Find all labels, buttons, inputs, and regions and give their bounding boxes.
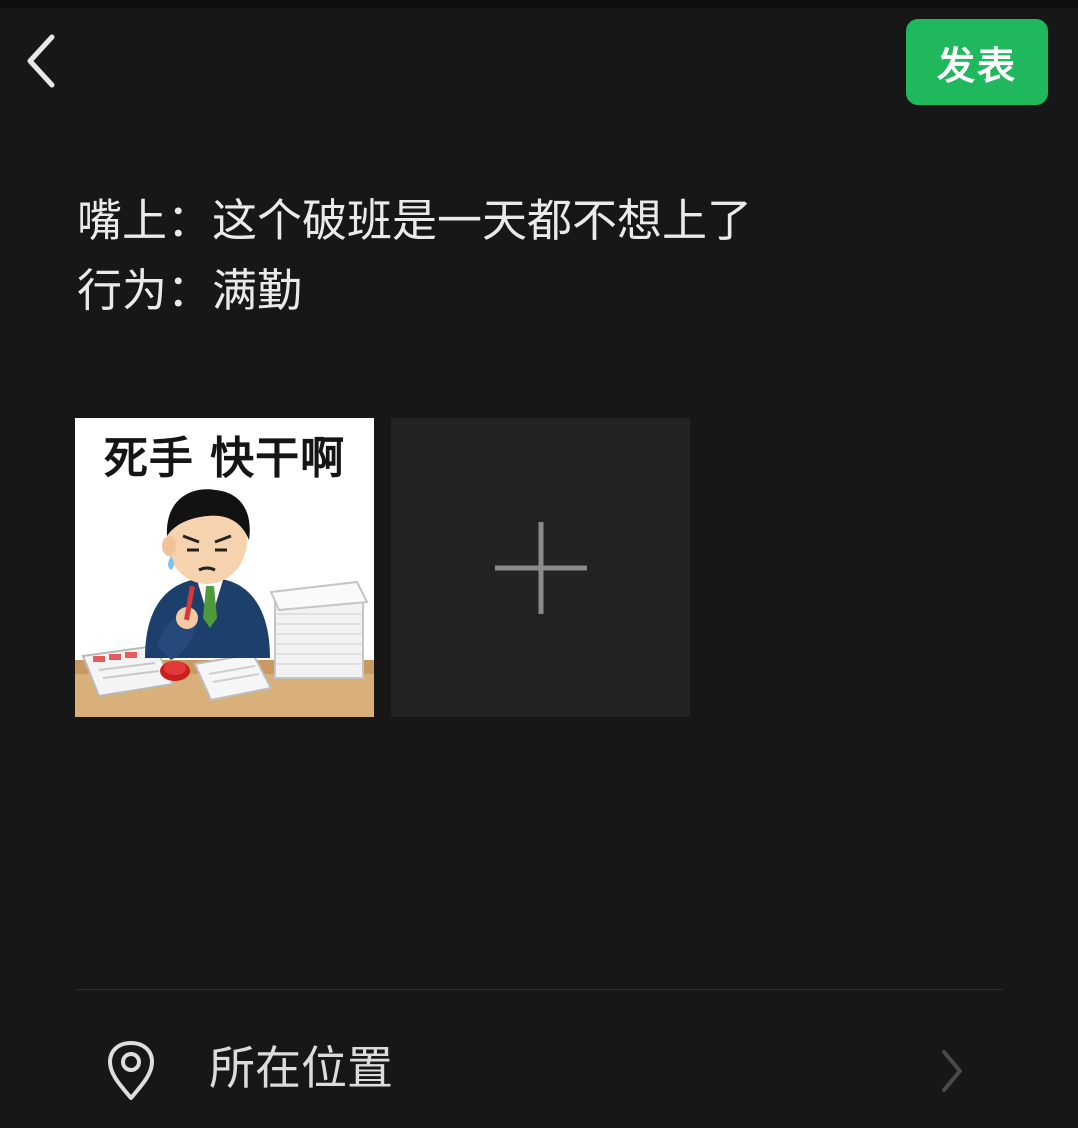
chevron-left-icon bbox=[27, 34, 55, 88]
chevron-right-icon bbox=[942, 1050, 962, 1092]
publish-button[interactable]: 发表 bbox=[906, 19, 1048, 105]
divider bbox=[76, 989, 1003, 990]
location-label: 所在位置 bbox=[209, 1041, 393, 1095]
meme-caption: 死手 快干啊 bbox=[103, 433, 346, 484]
post-text-area[interactable]: 嘴上：这个破班是一天都不想上了 行为：满勤 bbox=[77, 186, 977, 326]
plus-icon bbox=[494, 521, 587, 614]
media-grid: 死手 快干啊 bbox=[75, 418, 695, 718]
status-bar-edge bbox=[0, 0, 1078, 8]
image-thumbnail[interactable]: 死手 快干啊 bbox=[75, 418, 374, 717]
back-button[interactable] bbox=[14, 28, 70, 94]
compose-screen: 发表 嘴上：这个破班是一天都不想上了 行为：满勤 死手 快干啊 所在位置 bbox=[0, 0, 1078, 1128]
post-text-line-1: 嘴上：这个破班是一天都不想上了 bbox=[77, 194, 753, 247]
meme-illustration bbox=[75, 489, 374, 717]
post-text-line-2: 行为：满勤 bbox=[77, 264, 303, 317]
location-row[interactable]: 所在位置 bbox=[76, 1020, 1003, 1120]
add-image-button[interactable] bbox=[391, 418, 690, 717]
location-pin-icon bbox=[108, 1041, 154, 1100]
